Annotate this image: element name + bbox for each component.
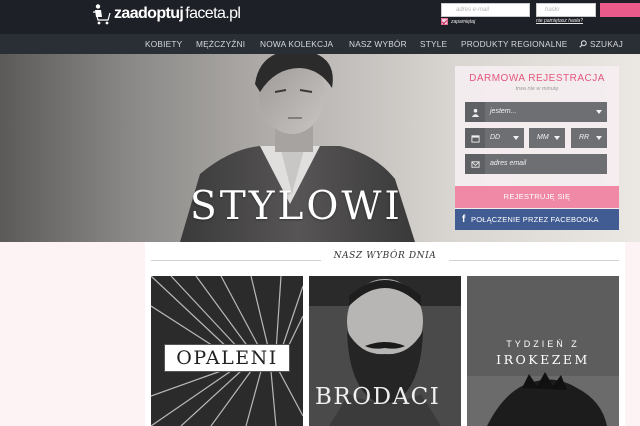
chevron-down-icon (596, 136, 602, 140)
daily-picks-section: NASZ WYBÓR DNIA OPALENI BRODACI TYDZIEŃ … (145, 242, 625, 426)
pick-tile-brodaci[interactable]: BRODACI (309, 276, 461, 426)
gender-select[interactable]: jestem... (465, 102, 607, 122)
birth-day-value: DD (490, 134, 501, 141)
facebook-connect-label: POŁĄCZENIE PRZEZ FACEBOOKA (471, 215, 599, 224)
nav-search-label: SZUKAJ (590, 39, 624, 49)
nav-item-mezczyzni[interactable]: MĘŻCZYŹNI (196, 34, 245, 54)
logo-text-main: zaadoptuj (114, 5, 184, 22)
pick-tile-opaleni[interactable]: OPALENI (151, 276, 303, 426)
login-password-input[interactable]: hasło (536, 3, 596, 17)
registration-panel: DARMOWA REJESTRACJA trwa nie w minutę je… (455, 66, 619, 230)
login-email-input[interactable]: adres e-mail (441, 3, 530, 17)
section-divider-right (449, 260, 619, 261)
register-button[interactable]: REJESTRUJĘ SIĘ (455, 186, 619, 208)
search-icon (579, 40, 587, 48)
pick-tile-irokez[interactable]: TYDZIEŃ Z IROKEZEM (467, 276, 619, 426)
pick-label-opaleni: OPALENI (164, 344, 290, 372)
birth-month-select[interactable]: MM (529, 128, 565, 148)
logo-text-domain: faceta.pl (185, 5, 241, 22)
nav-item-nowa-kolekcja[interactable]: NOWA KOLEKCJA (260, 34, 333, 54)
registration-subtitle: trwa nie w minutę (515, 86, 559, 92)
nav-item-nasz-wybor[interactable]: NASZ WYBÓR (349, 34, 407, 54)
nav-search[interactable]: SZUKAJ (579, 34, 623, 54)
registration-email-input[interactable]: adres email (465, 154, 607, 174)
facebook-icon: f (462, 214, 466, 225)
remember-label: zapamiętaj (451, 18, 476, 25)
forgot-password-link[interactable]: nie pamiętasz hasła? (536, 18, 583, 24)
birth-day-select[interactable]: DD (465, 128, 524, 148)
chevron-down-icon (513, 136, 519, 140)
mail-icon-box (465, 154, 485, 174)
user-icon (471, 108, 479, 117)
pick-label-tydzien-z: TYDZIEŃ Z (506, 339, 580, 349)
birth-year-value: RR (579, 134, 590, 141)
calendar-icon (470, 134, 480, 143)
nav-item-produkty-regionalne[interactable]: PRODUKTY REGIONALNE (461, 34, 567, 54)
user-icon-box (465, 102, 485, 122)
gender-select-value: jestem... (490, 108, 517, 115)
chevron-down-icon (554, 136, 560, 140)
chevron-down-icon (596, 110, 602, 114)
checkbox-icon[interactable] (441, 18, 448, 25)
pick-image-mohawk (467, 276, 619, 426)
page: zaadoptuj faceta.pl adres e-mail hasło za… (0, 0, 640, 426)
birth-year-select[interactable]: RR (571, 128, 607, 148)
pick-label-brodaci: BRODACI (315, 384, 441, 410)
remember-me[interactable]: zapamiętaj (441, 18, 475, 25)
mail-icon (470, 160, 480, 168)
main-nav: KOBIETY MĘŻCZYŹNI NOWA KOLEKCJA NASZ WYB… (0, 34, 640, 54)
site-logo[interactable]: zaadoptuj faceta.pl (92, 2, 241, 26)
facebook-connect-button[interactable]: f POŁĄCZENIE PRZEZ FACEBOOKA (455, 209, 619, 230)
pick-label-irokezem: IROKEZEM (496, 352, 590, 367)
birth-month-value: MM (537, 134, 549, 141)
shopping-cart-icon (93, 4, 111, 25)
login-button[interactable] (600, 3, 640, 17)
calendar-icon-box (465, 128, 485, 148)
nav-item-kobiety[interactable]: KOBIETY (145, 34, 182, 54)
hero-title: STYLOWI (190, 184, 403, 229)
nav-item-style[interactable]: STYLE (420, 34, 447, 54)
top-bar: zaadoptuj faceta.pl adres e-mail hasło za… (0, 0, 640, 34)
registration-email-placeholder: adres email (490, 160, 527, 167)
registration-title: DARMOWA REJESTRACJA (469, 73, 605, 84)
